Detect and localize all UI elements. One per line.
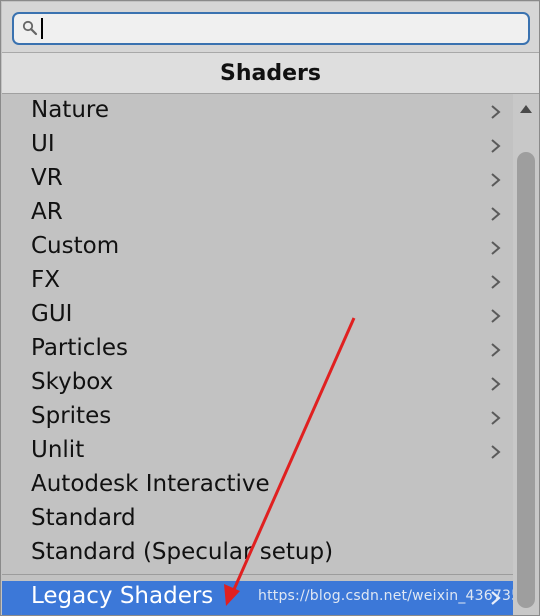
chevron-right-icon	[491, 343, 501, 357]
list-item-label: Sprites	[31, 403, 112, 429]
list-item-label: Standard (Specular setup)	[31, 539, 334, 565]
list-item[interactable]: Skybox	[2, 367, 513, 401]
list-item-label: Nature	[31, 97, 109, 123]
list-item-label: Legacy Shaders	[31, 583, 214, 609]
list-item-label: GUI	[31, 301, 73, 327]
list-item[interactable]: Autodesk Interactive	[2, 469, 513, 503]
list-item-label: Standard	[31, 505, 136, 531]
list-item[interactable]: Nature	[2, 95, 513, 129]
search-area	[2, 2, 539, 52]
chevron-right-icon	[491, 377, 501, 391]
list-item-label: VR	[31, 165, 63, 191]
list-item-label: FX	[31, 267, 60, 293]
vertical-scrollbar[interactable]	[513, 94, 539, 615]
menu-header: Shaders	[2, 52, 539, 94]
shader-list: Nature UI VR AR Custom FX GUI Particles Skybox Sp…	[2, 94, 513, 615]
chevron-right-icon	[491, 207, 501, 221]
chevron-right-icon	[491, 445, 501, 459]
chevron-right-icon	[491, 309, 501, 323]
list-item-label: Skybox	[31, 369, 114, 395]
list-item-label: Unlit	[31, 437, 85, 463]
list-item[interactable]: Standard	[2, 503, 513, 537]
search-input[interactable]	[12, 12, 530, 45]
watermark: https://blog.csdn.net/weixin_43673589	[258, 588, 513, 604]
chevron-right-icon	[491, 275, 501, 289]
list-item[interactable]: Particles	[2, 333, 513, 367]
chevron-right-icon	[491, 241, 501, 255]
list-item[interactable]: GUI	[2, 299, 513, 333]
list-item-label: Autodesk Interactive	[31, 471, 270, 497]
list-item-label: Custom	[31, 233, 120, 259]
shader-menu-window: Shaders Nature UI VR AR Custom FX GUI Particles…	[0, 0, 540, 616]
list-item[interactable]: Custom	[2, 231, 513, 265]
chevron-right-icon	[491, 105, 501, 119]
search-icon	[22, 20, 38, 36]
list-item[interactable]: FX	[2, 265, 513, 299]
list-item[interactable]: Standard (Specular setup)	[2, 537, 513, 571]
list-item[interactable]: AR	[2, 197, 513, 231]
chevron-right-icon	[491, 139, 501, 153]
separator	[2, 574, 513, 575]
list-item[interactable]: UI	[2, 129, 513, 163]
list-item[interactable]: Unlit	[2, 435, 513, 469]
list-item[interactable]: Sprites	[2, 401, 513, 435]
list-item-label: UI	[31, 131, 55, 157]
chevron-right-icon	[491, 173, 501, 187]
list-item-label: AR	[31, 199, 63, 225]
chevron-right-icon	[491, 411, 501, 425]
scroll-up-arrow-icon[interactable]	[519, 104, 533, 114]
menu-title: Shaders	[220, 60, 321, 86]
list-item[interactable]: VR	[2, 163, 513, 197]
scrollbar-thumb[interactable]	[517, 152, 535, 608]
text-caret	[41, 18, 43, 39]
list-item-label: Particles	[31, 335, 128, 361]
